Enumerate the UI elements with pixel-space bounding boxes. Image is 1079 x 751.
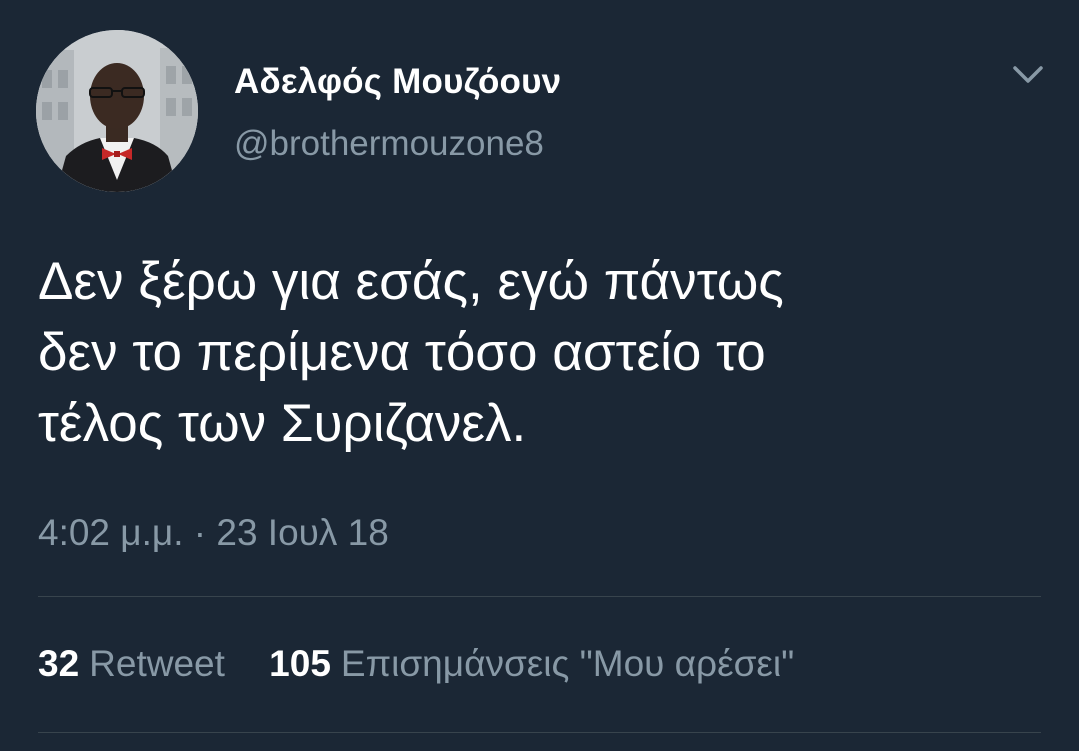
likes-label: Επισημάνσεις "Μου αρέσει" bbox=[340, 643, 795, 684]
retweets-label: Retweet bbox=[89, 643, 225, 684]
avatar-photo bbox=[36, 30, 198, 192]
likes-stat[interactable]: 105 Επισημάνσεις "Μου αρέσει" bbox=[269, 643, 794, 685]
tweet-text-line: Δεν ξέρω για εσάς, εγώ πάντως bbox=[38, 252, 784, 311]
author-display-name[interactable]: Αδελφός Μουζόουν bbox=[234, 62, 561, 102]
engagement-stats: 32 Retweet 105 Επισημάνσεις "Μου αρέσει" bbox=[38, 643, 794, 685]
divider bbox=[38, 732, 1041, 733]
likes-count: 105 bbox=[269, 643, 331, 684]
tweet-text-line: τέλος των Συριζανελ. bbox=[38, 394, 527, 453]
tweet-text-line: δεν το περίμενα τόσο αστείο το bbox=[38, 323, 766, 382]
retweets-count: 32 bbox=[38, 643, 80, 684]
avatar[interactable] bbox=[36, 30, 198, 192]
divider bbox=[38, 596, 1041, 597]
retweets-stat[interactable]: 32 Retweet bbox=[38, 643, 225, 685]
tweet-timestamp[interactable]: 4:02 μ.μ. · 23 Ιουλ 18 bbox=[38, 512, 389, 554]
author-handle[interactable]: @brothermouzone8 bbox=[234, 124, 544, 164]
tweet-text: Δεν ξέρω για εσάς, εγώ πάντως δεν το περ… bbox=[38, 246, 1048, 459]
chevron-down-icon[interactable] bbox=[1006, 56, 1050, 92]
